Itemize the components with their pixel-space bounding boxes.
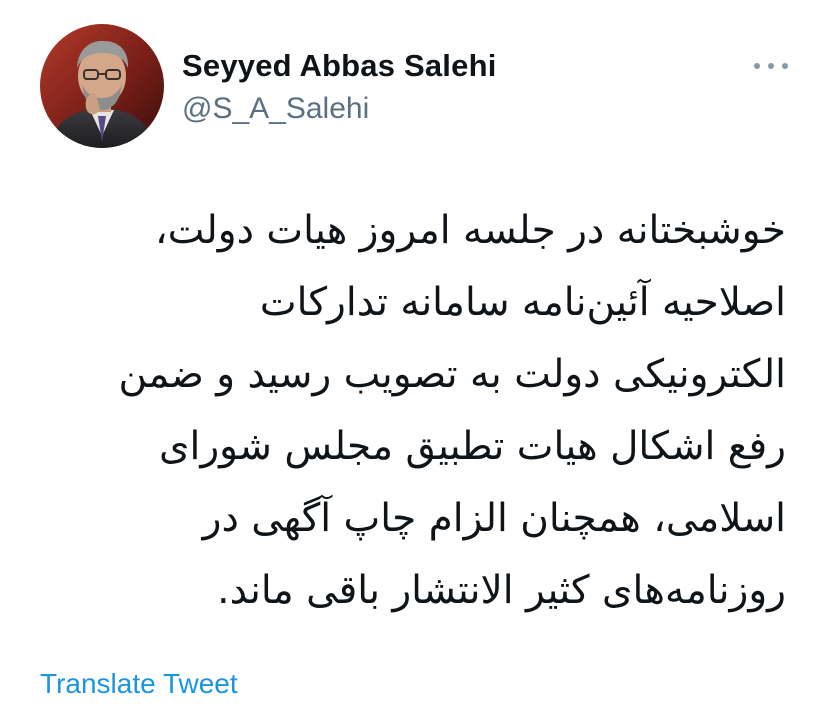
avatar[interactable] <box>40 24 164 148</box>
more-options-button[interactable] <box>754 56 788 76</box>
user-handle[interactable]: @S_A_Salehi <box>182 92 369 126</box>
more-dot <box>768 63 774 69</box>
profile-photo-icon <box>40 24 164 148</box>
more-dot <box>754 63 760 69</box>
tweet-text: خوشبختانه در جلسه امروز هیات دولت، اصلاح… <box>118 208 786 613</box>
display-name[interactable]: Seyyed Abbas Salehi <box>182 48 497 84</box>
more-dot <box>782 63 788 69</box>
translate-tweet-link[interactable]: Translate Tweet <box>40 668 238 700</box>
